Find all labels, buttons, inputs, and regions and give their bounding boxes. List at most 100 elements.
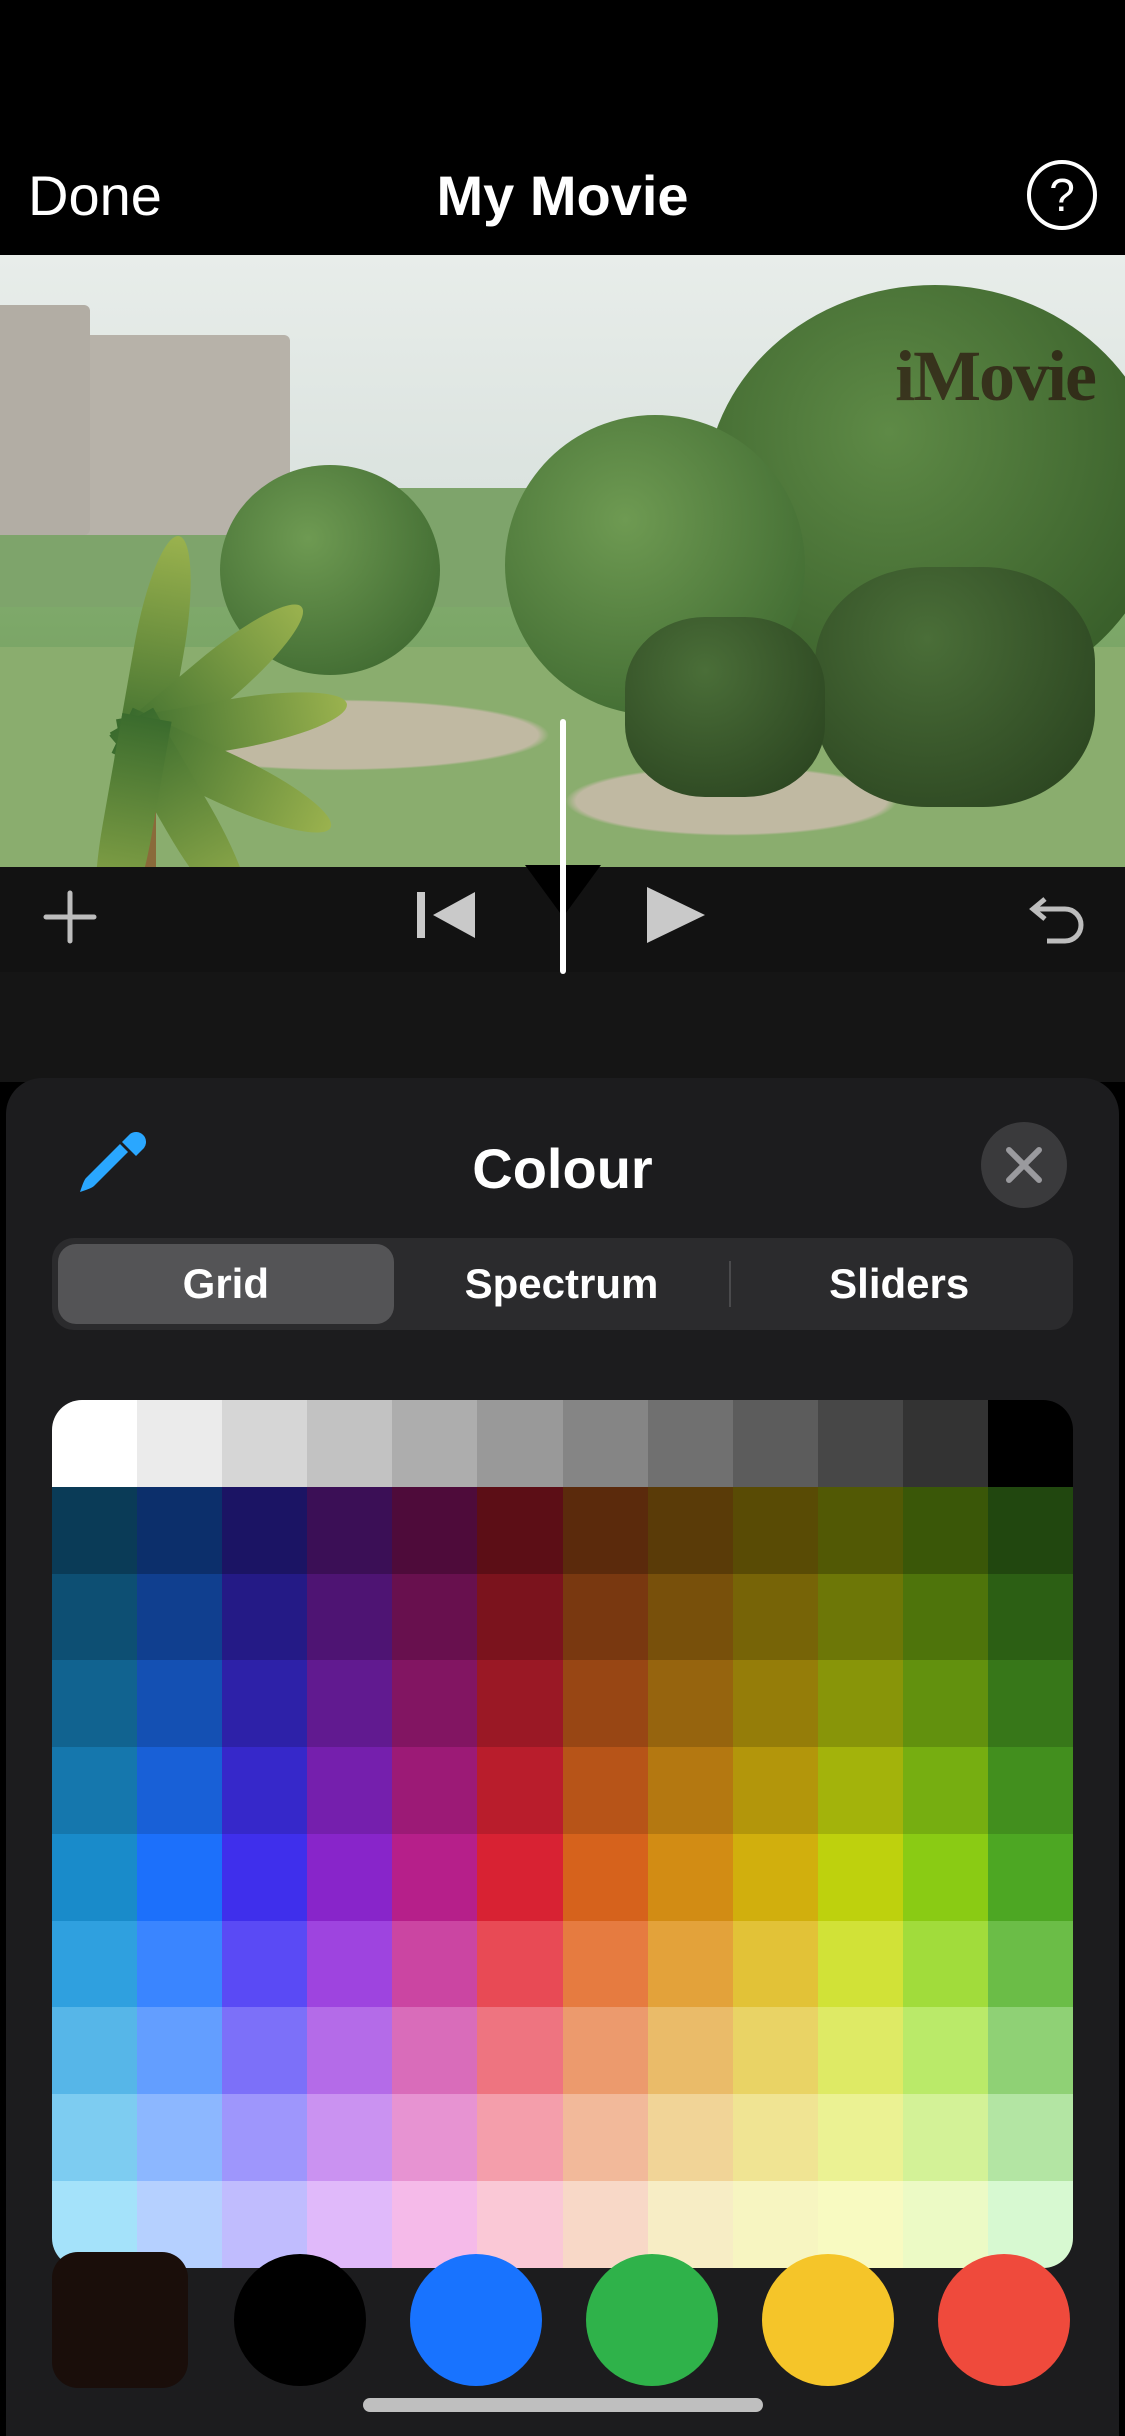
tab-sliders[interactable]: Sliders [731,1244,1067,1324]
current-colour-swatch[interactable] [52,2252,188,2388]
colour-grid-cell[interactable] [733,2007,818,2094]
colour-grid-cell[interactable] [307,1921,392,2008]
colour-grid-cell[interactable] [477,2094,562,2181]
colour-grid-cell[interactable] [988,1574,1073,1661]
colour-grid-cell[interactable] [52,1747,137,1834]
colour-grid-cell[interactable] [392,1574,477,1661]
colour-grid-cell[interactable] [137,1834,222,1921]
tab-grid[interactable]: Grid [58,1244,394,1324]
colour-grid-cell[interactable] [648,2094,733,2181]
colour-grid-cell[interactable] [392,1834,477,1921]
colour-grid-cell[interactable] [477,1834,562,1921]
colour-grid-cell[interactable] [392,1400,477,1487]
title-overlay-text[interactable]: iMovie [895,335,1095,418]
colour-grid-cell[interactable] [733,1834,818,1921]
help-button[interactable]: ? [1027,160,1097,230]
timeline-area[interactable] [0,972,1125,1082]
colour-grid-cell[interactable] [648,2007,733,2094]
colour-grid-cell[interactable] [733,1660,818,1747]
recent-colour-swatch[interactable] [410,2254,542,2386]
colour-grid-cell[interactable] [137,1921,222,2008]
colour-grid-cell[interactable] [392,1487,477,1574]
colour-grid-cell[interactable] [477,1400,562,1487]
colour-grid-cell[interactable] [733,1487,818,1574]
colour-grid-cell[interactable] [137,1487,222,1574]
add-media-button[interactable] [40,887,100,952]
colour-grid-cell[interactable] [392,2007,477,2094]
colour-grid-cell[interactable] [52,1574,137,1661]
colour-grid-cell[interactable] [818,1400,903,1487]
colour-grid-cell[interactable] [818,1487,903,1574]
close-button[interactable] [981,1122,1067,1208]
colour-grid-cell[interactable] [903,1660,988,1747]
colour-grid-cell[interactable] [52,2094,137,2181]
colour-grid-cell[interactable] [222,1574,307,1661]
colour-grid-cell[interactable] [818,1834,903,1921]
colour-grid-cell[interactable] [903,1921,988,2008]
colour-grid-cell[interactable] [648,1400,733,1487]
colour-grid-cell[interactable] [903,1487,988,1574]
colour-grid-cell[interactable] [818,2094,903,2181]
colour-grid-cell[interactable] [903,1747,988,1834]
colour-grid-cell[interactable] [222,1921,307,2008]
undo-button[interactable] [1021,889,1085,958]
colour-grid-cell[interactable] [52,1921,137,2008]
colour-grid-cell[interactable] [988,2094,1073,2181]
colour-grid-cell[interactable] [563,1834,648,1921]
colour-grid-cell[interactable] [307,1747,392,1834]
colour-grid-cell[interactable] [903,2094,988,2181]
colour-grid-cell[interactable] [988,1400,1073,1487]
colour-grid-cell[interactable] [307,2007,392,2094]
colour-grid-cell[interactable] [477,1487,562,1574]
colour-grid-cell[interactable] [222,2007,307,2094]
colour-grid-cell[interactable] [818,1660,903,1747]
colour-grid-cell[interactable] [733,2094,818,2181]
colour-grid-cell[interactable] [988,1747,1073,1834]
colour-grid-cell[interactable] [988,1834,1073,1921]
colour-grid-cell[interactable] [988,1487,1073,1574]
colour-grid-cell[interactable] [563,1487,648,1574]
colour-grid-cell[interactable] [307,1660,392,1747]
colour-grid-cell[interactable] [222,1747,307,1834]
colour-grid-cell[interactable] [137,1660,222,1747]
colour-grid-cell[interactable] [733,1747,818,1834]
colour-grid-cell[interactable] [988,2007,1073,2094]
eyedropper-button[interactable] [72,1128,152,1213]
colour-grid-cell[interactable] [392,1747,477,1834]
colour-grid-cell[interactable] [222,1487,307,1574]
colour-grid-cell[interactable] [648,1747,733,1834]
colour-grid-cell[interactable] [222,1834,307,1921]
colour-grid-cell[interactable] [563,1747,648,1834]
colour-grid-cell[interactable] [477,2007,562,2094]
recent-colour-swatch[interactable] [938,2254,1070,2386]
colour-grid-cell[interactable] [392,1921,477,2008]
colour-grid-cell[interactable] [52,1834,137,1921]
colour-grid-cell[interactable] [988,1660,1073,1747]
colour-grid-cell[interactable] [222,1400,307,1487]
colour-grid-cell[interactable] [137,1574,222,1661]
skip-back-button[interactable] [417,888,481,947]
colour-grid-cell[interactable] [563,1660,648,1747]
colour-grid-cell[interactable] [648,1834,733,1921]
colour-grid-cell[interactable] [903,1574,988,1661]
recent-colour-swatch[interactable] [586,2254,718,2386]
colour-grid-cell[interactable] [648,1660,733,1747]
colour-grid-cell[interactable] [818,1747,903,1834]
colour-grid-cell[interactable] [818,1921,903,2008]
tab-spectrum[interactable]: Spectrum [394,1244,730,1324]
colour-grid-cell[interactable] [477,1747,562,1834]
colour-grid-cell[interactable] [52,2007,137,2094]
colour-grid-cell[interactable] [903,1400,988,1487]
colour-grid-cell[interactable] [137,1747,222,1834]
colour-grid-cell[interactable] [648,1921,733,2008]
colour-grid-cell[interactable] [392,1660,477,1747]
colour-grid-cell[interactable] [392,2094,477,2181]
recent-colour-swatch[interactable] [762,2254,894,2386]
colour-grid-cell[interactable] [222,1660,307,1747]
colour-grid-cell[interactable] [52,1660,137,1747]
colour-grid-cell[interactable] [648,1574,733,1661]
colour-grid-cell[interactable] [477,1574,562,1661]
colour-grid-cell[interactable] [477,1660,562,1747]
colour-grid-cell[interactable] [733,1574,818,1661]
colour-grid-cell[interactable] [988,1921,1073,2008]
